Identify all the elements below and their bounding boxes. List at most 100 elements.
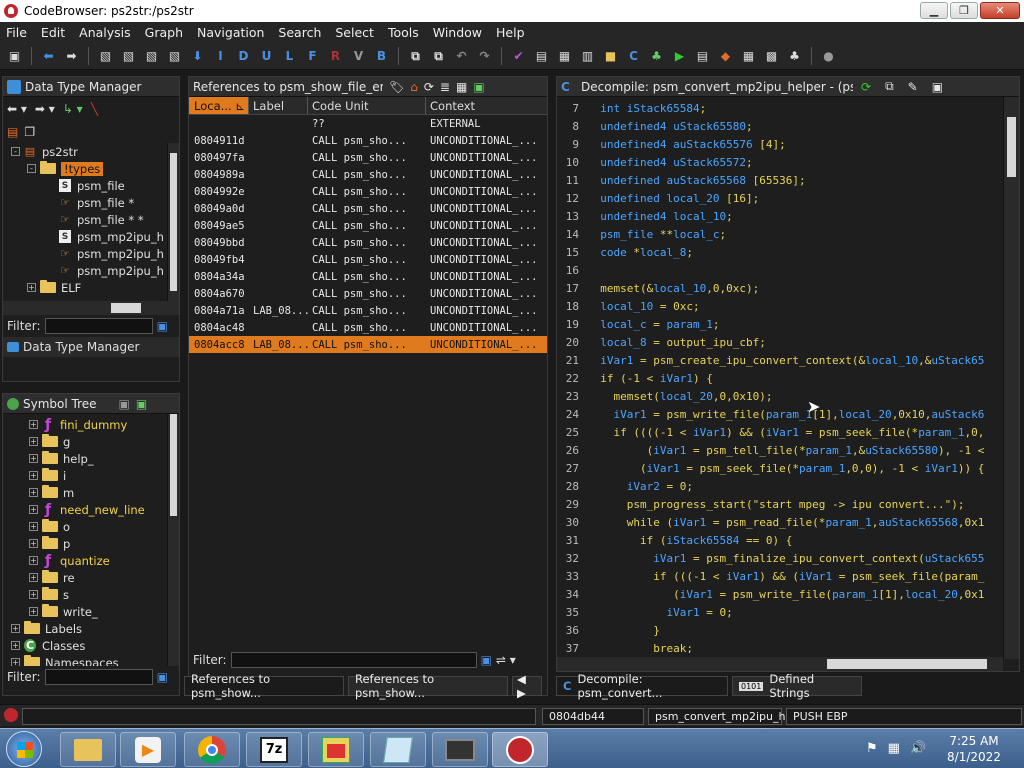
menu-edit[interactable]: Edit xyxy=(41,25,65,40)
code-line[interactable]: 12 undefined local_20 [16]; xyxy=(557,189,1019,207)
code-line[interactable]: 29 psm_progress_start("start mpeg -> ipu… xyxy=(557,495,1019,513)
tab-scroll-arrows[interactable]: ◀ ▶ xyxy=(512,672,542,700)
scrollbar-thumb[interactable] xyxy=(827,659,987,669)
symbol-tree-node[interactable]: + C Classes xyxy=(9,637,179,654)
refresh-icon[interactable]: ⟳ xyxy=(424,80,434,94)
snapshot-icon[interactable]: ▣ xyxy=(932,80,943,94)
scrollbar-thumb[interactable] xyxy=(170,414,177,516)
tree-node-psm-file[interactable]: S psm_file xyxy=(11,177,179,194)
code-line[interactable]: 21 iVar1 = psm_create_ipu_convert_contex… xyxy=(557,351,1019,369)
taskbar-chrome[interactable] xyxy=(184,732,240,767)
vertical-scrollbar[interactable] xyxy=(1003,97,1019,659)
code-line[interactable]: 28 iVar2 = 0; xyxy=(557,477,1019,495)
tree-node-types[interactable]: - !types xyxy=(11,160,179,177)
column-header-code-unit[interactable]: Code Unit xyxy=(308,97,426,114)
bookmark-icon[interactable]: ▧ xyxy=(143,48,160,65)
table-row[interactable]: 0804a670 CALL psm_sho... UNCONDITIONAL_... xyxy=(189,285,547,302)
archive-icon[interactable]: ▤ xyxy=(7,125,18,139)
taskbar-ghidra-project[interactable] xyxy=(308,732,364,767)
table-row[interactable]: 0804911d CALL psm_sho... UNCONDITIONAL_... xyxy=(189,132,547,149)
network-icon[interactable]: ▦ xyxy=(888,741,900,756)
table-row[interactable]: 0804992e CALL psm_sho... UNCONDITIONAL_... xyxy=(189,183,547,200)
menu-tools[interactable]: Tools xyxy=(388,25,419,40)
menu-navigation[interactable]: Navigation xyxy=(197,25,264,40)
code-line[interactable]: 14 psm_file **local_c; xyxy=(557,225,1019,243)
references-filter-input[interactable] xyxy=(230,652,477,668)
symbol-filter-input[interactable] xyxy=(44,669,153,685)
expand-icon[interactable]: + xyxy=(29,573,38,582)
symbol-tree-node[interactable]: + p xyxy=(9,535,179,552)
bookmark-icon[interactable]: ▧ xyxy=(120,48,137,65)
menu-window[interactable]: Window xyxy=(433,25,482,40)
code-line[interactable]: 36 } xyxy=(557,621,1019,639)
code-line[interactable]: 9 undefined4 auStack65576 [4]; xyxy=(557,135,1019,153)
start-button[interactable] xyxy=(6,731,42,767)
vertical-scrollbar[interactable] xyxy=(167,414,179,666)
home-icon[interactable]: ⌂ xyxy=(410,80,418,94)
listing-icon[interactable]: ▤ xyxy=(533,48,550,65)
table-row[interactable]: 08049fb4 CALL psm_sho... UNCONDITIONAL_... xyxy=(189,251,547,268)
expand-icon[interactable]: + xyxy=(29,590,38,599)
c-decompile-icon[interactable]: C xyxy=(625,48,642,65)
expand-icon[interactable]: + xyxy=(29,522,38,531)
nav-l-icon[interactable]: L xyxy=(281,48,298,65)
refresh-icon[interactable]: ⟳ xyxy=(861,80,871,94)
edit-icon[interactable]: ✎ xyxy=(908,80,918,94)
column-header-location[interactable]: Loca... ⊾ xyxy=(189,97,249,114)
slash-icon[interactable]: ╲ xyxy=(91,102,98,116)
table-row[interactable]: 08049a0d CALL psm_sho... UNCONDITIONAL_... xyxy=(189,200,547,217)
tab-defined-strings[interactable]: 0101 Defined Strings xyxy=(732,672,862,700)
tree-node-elf[interactable]: + ELF xyxy=(11,279,179,296)
nav-f-icon[interactable]: F xyxy=(304,48,321,65)
nav-b-icon[interactable]: B xyxy=(373,48,390,65)
expand-icon[interactable]: + xyxy=(29,539,38,548)
save-icon[interactable]: ▣ xyxy=(6,48,23,65)
help-bubble-icon[interactable]: ● xyxy=(820,48,837,65)
collapse-icon[interactable]: - xyxy=(11,147,20,156)
clock[interactable]: 7:25 AM 8/1/2022 xyxy=(944,733,1004,765)
folder-icon[interactable]: ■ xyxy=(602,48,619,65)
tree-node-psm-mp2ipu-ptr2[interactable]: ☞ psm_mp2ipu_h xyxy=(11,262,179,279)
code-line[interactable]: 19 local_c = param_1; xyxy=(557,315,1019,333)
symbol-tree-node[interactable]: + ƒ need_new_line xyxy=(9,501,179,518)
code-line[interactable]: 16 xyxy=(557,261,1019,279)
copy-icon[interactable]: ⧉ xyxy=(407,48,424,65)
compare-icon[interactable]: ▩ xyxy=(763,48,780,65)
taskbar-7zip[interactable]: 7z xyxy=(246,732,302,767)
code-line[interactable]: 34 (iVar1 = psm_write_file(param_1[1],lo… xyxy=(557,585,1019,603)
nav-d-icon[interactable]: D xyxy=(235,48,252,65)
volume-icon[interactable]: 🔊 xyxy=(910,741,926,756)
list-icon[interactable]: ≣ xyxy=(440,80,450,94)
action-center-icon[interactable]: ⚑ xyxy=(866,741,878,756)
taskbar-media-player[interactable]: ▶ xyxy=(120,732,176,767)
table-row[interactable]: 0804acc8 LAB_08... CALL psm_sho... UNCONDIT… xyxy=(189,336,547,353)
undo-icon[interactable]: ↶ xyxy=(453,48,470,65)
code-line[interactable]: 17 memset(&local_10,0,0xc); xyxy=(557,279,1019,297)
code-line[interactable]: 37 break; xyxy=(557,639,1019,654)
code-line[interactable]: 18 local_10 = 0xc; xyxy=(557,297,1019,315)
code-line[interactable]: 32 iVar1 = psm_finalize_ipu_convert_cont… xyxy=(557,549,1019,567)
symbol-tree-node[interactable]: + write_ xyxy=(9,603,179,620)
code-line[interactable]: 7 int iStack65584; xyxy=(557,99,1019,117)
select-icon[interactable]: ▣ xyxy=(473,80,484,94)
taskbar-ghidra[interactable] xyxy=(492,732,548,767)
expand-icon[interactable]: + xyxy=(11,624,20,633)
code-line[interactable]: 31 if (iStack65584 == 0) { xyxy=(557,531,1019,549)
code-line[interactable]: 26 (iVar1 = psm_tell_file(*param_1,&uSta… xyxy=(557,441,1019,459)
taskbar-terminal[interactable] xyxy=(432,732,488,767)
expand-icon[interactable]: + xyxy=(29,454,38,463)
tree-icon[interactable]: ♣ xyxy=(786,48,803,65)
symbol-tree-node[interactable]: + re xyxy=(9,569,179,586)
run-icon[interactable]: ▶ xyxy=(671,48,688,65)
symbol-tree-node[interactable]: + Labels xyxy=(9,620,179,637)
vertical-scrollbar[interactable] xyxy=(167,143,179,301)
code-line[interactable]: 24 iVar1 = psm_write_file(param_1[1],loc… xyxy=(557,405,1019,423)
expand-icon[interactable]: + xyxy=(29,420,38,429)
filter-options-icon[interactable]: ▣ xyxy=(481,653,492,667)
code-line[interactable]: 10 undefined4 uStack65572; xyxy=(557,153,1019,171)
column-header-label[interactable]: Label xyxy=(249,97,308,114)
horizontal-scrollbar[interactable] xyxy=(557,657,1003,671)
code-line[interactable]: 22 if (-1 < iVar1) { xyxy=(557,369,1019,387)
redo-icon[interactable]: ↷ xyxy=(476,48,493,65)
tab-decompile[interactable]: C Decompile: psm_convert... xyxy=(556,672,728,700)
